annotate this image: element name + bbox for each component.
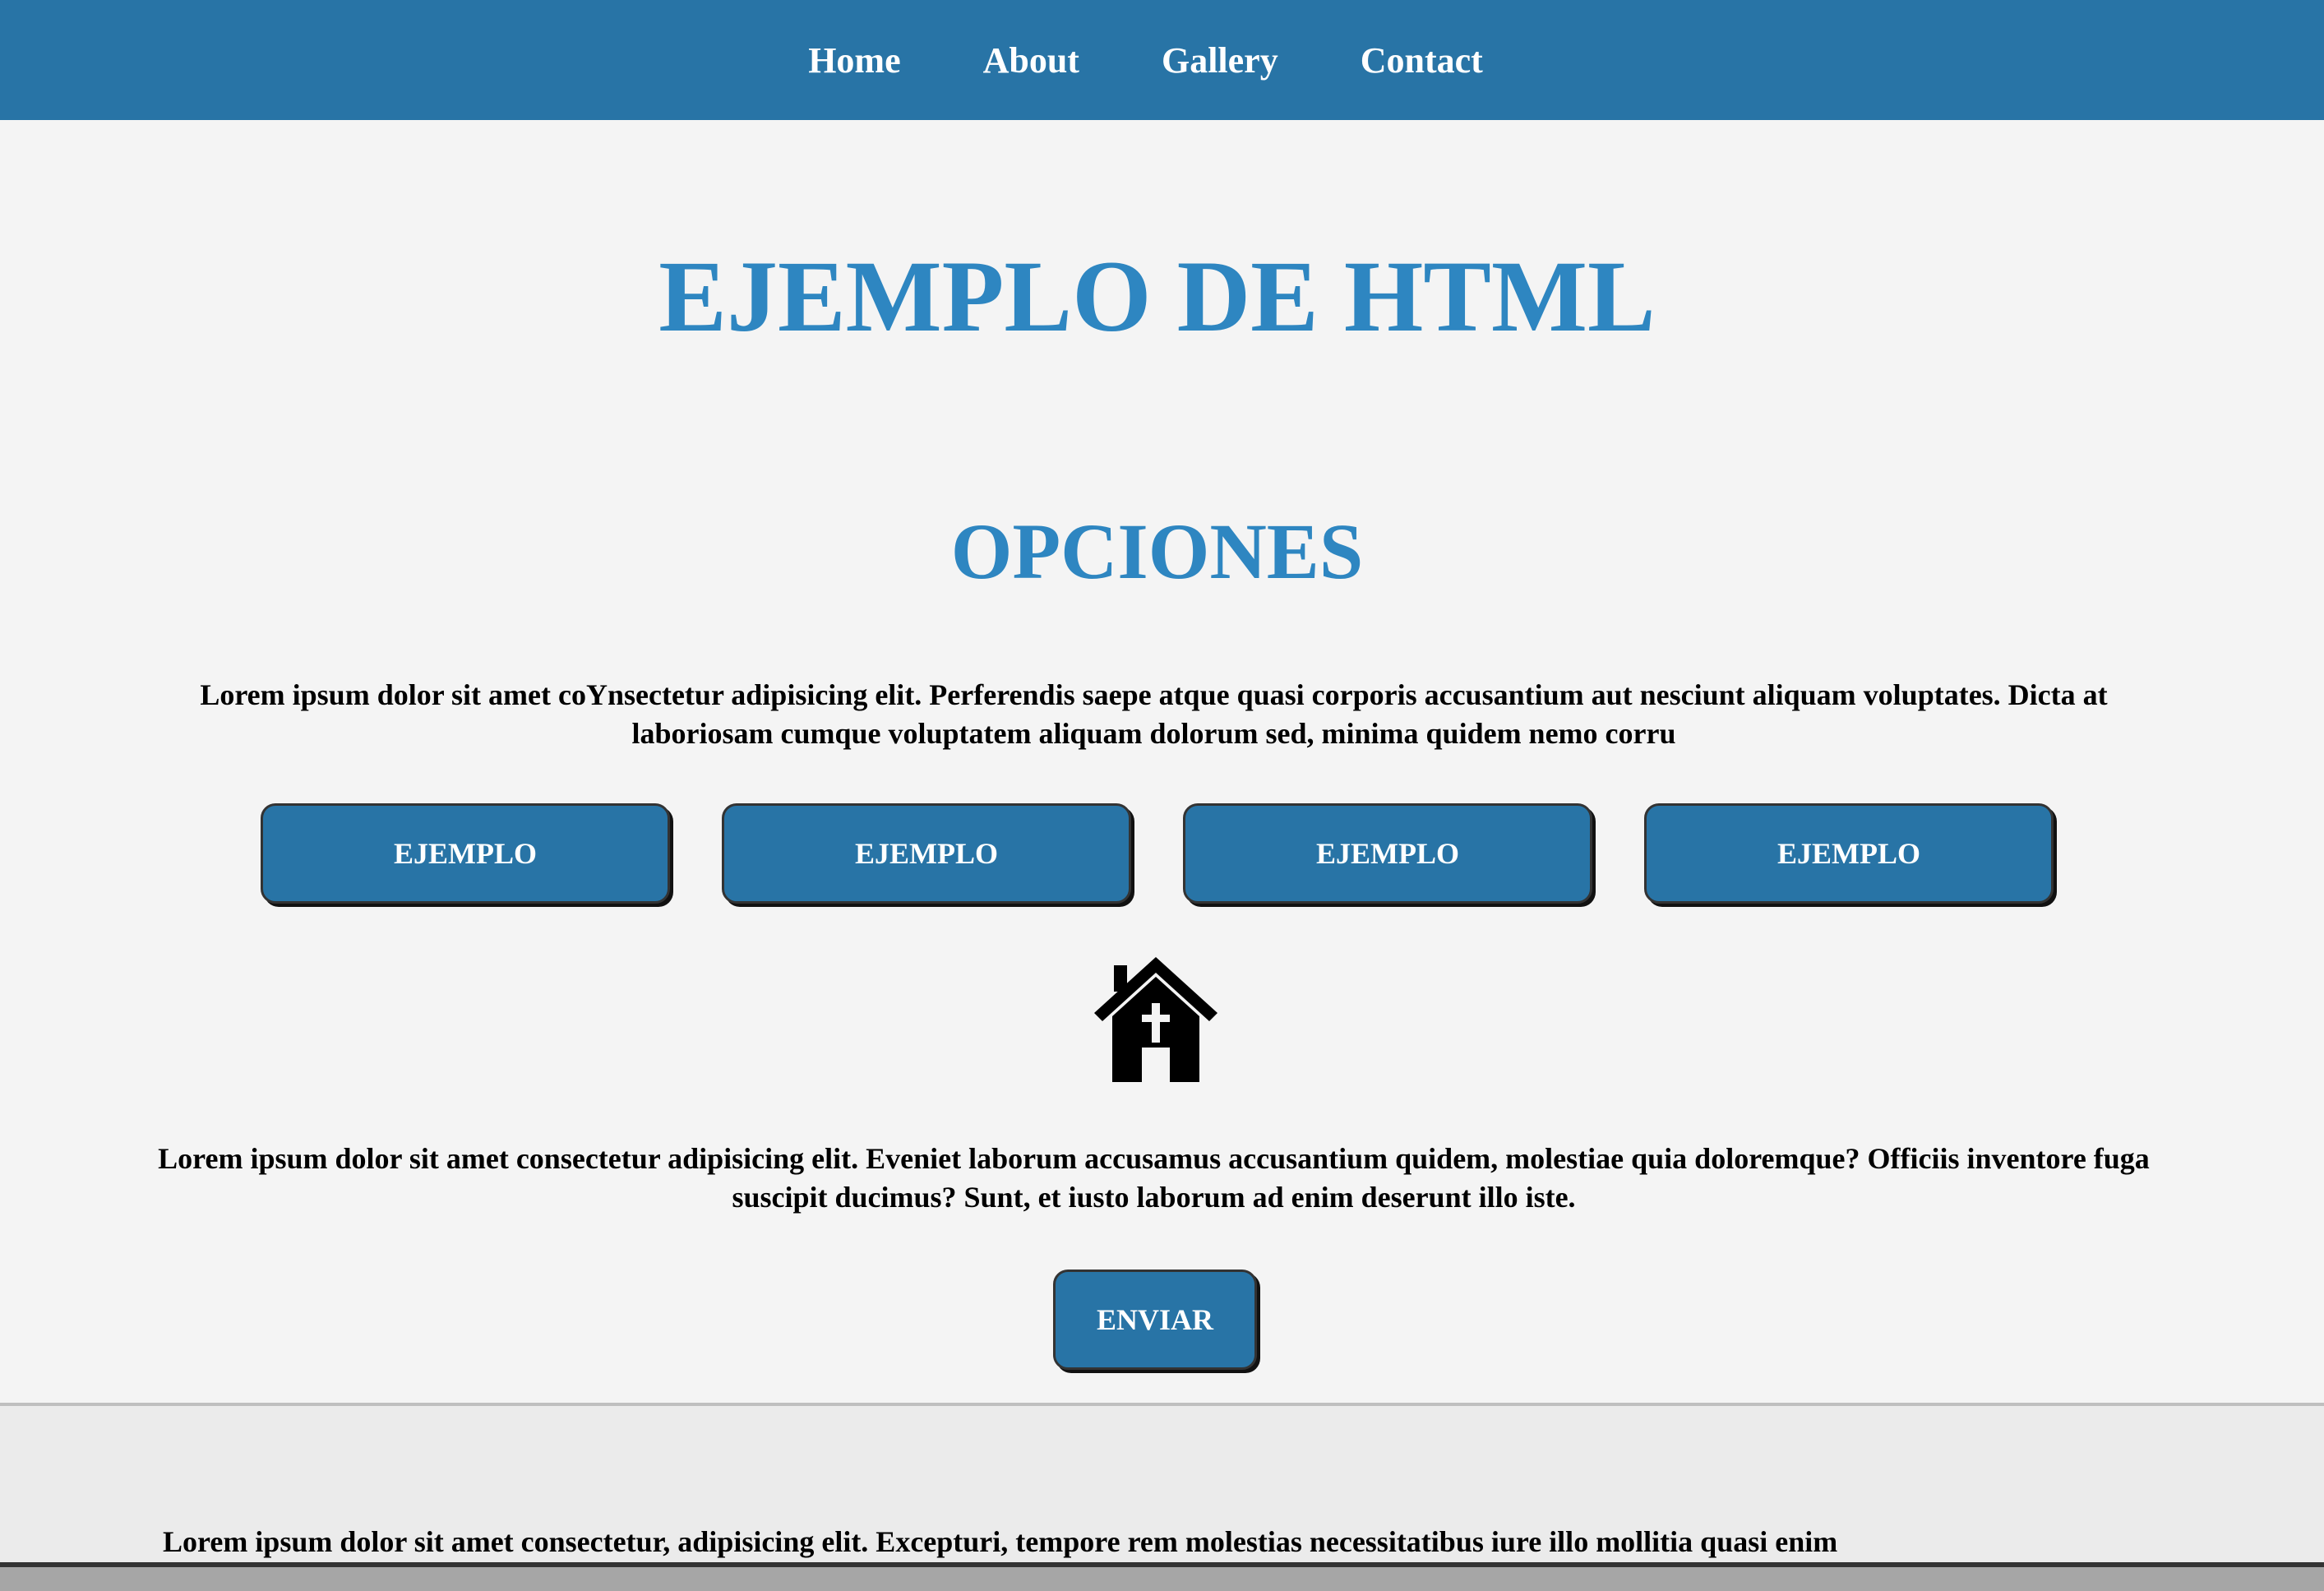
page: Home About Gallery Contact EJEMPLO DE HT… xyxy=(0,0,2324,1591)
options-button-row: EJEMPLO EJEMPLO EJEMPLO EJEMPLO xyxy=(261,803,2054,904)
send-button[interactable]: ENVIAR xyxy=(1053,1270,1257,1370)
nav-item-contact: Contact xyxy=(1361,39,1483,81)
church-house-icon xyxy=(1094,957,1217,1082)
example-button-3[interactable]: EJEMPLO xyxy=(1183,803,1592,904)
nav-link-home[interactable]: Home xyxy=(808,40,900,81)
nav-menu: Home About Gallery Contact xyxy=(808,39,1483,81)
intro-paragraph: Lorem ipsum dolor sit amet coYnsectetur … xyxy=(200,678,2108,750)
example-button-4[interactable]: EJEMPLO xyxy=(1644,803,2054,904)
example-button-1[interactable]: EJEMPLO xyxy=(261,803,670,904)
example-button-2[interactable]: EJEMPLO xyxy=(722,803,1131,904)
page-title: EJEMPLO DE HTML xyxy=(658,240,1656,353)
secondary-paragraph: Lorem ipsum dolor sit amet consectetur a… xyxy=(158,1142,2150,1214)
navbar: Home About Gallery Contact xyxy=(0,0,2324,120)
footer: Lorem ipsum dolor sit amet consectetur, … xyxy=(0,1403,2324,1562)
section-title: OPCIONES xyxy=(950,507,1364,595)
nav-link-gallery[interactable]: Gallery xyxy=(1162,40,1278,81)
bottom-scroll-bar xyxy=(0,1562,2324,1591)
nav-link-about[interactable]: About xyxy=(983,40,1079,81)
nav-item-gallery: Gallery xyxy=(1162,39,1278,81)
main-content: EJEMPLO DE HTML OPCIONES Lorem ipsum dol… xyxy=(0,120,2324,1403)
nav-item-home: Home xyxy=(808,39,900,81)
nav-item-about: About xyxy=(983,39,1079,81)
footer-text: Lorem ipsum dolor sit amet consectetur, … xyxy=(163,1525,1838,1558)
nav-link-contact[interactable]: Contact xyxy=(1361,40,1483,81)
